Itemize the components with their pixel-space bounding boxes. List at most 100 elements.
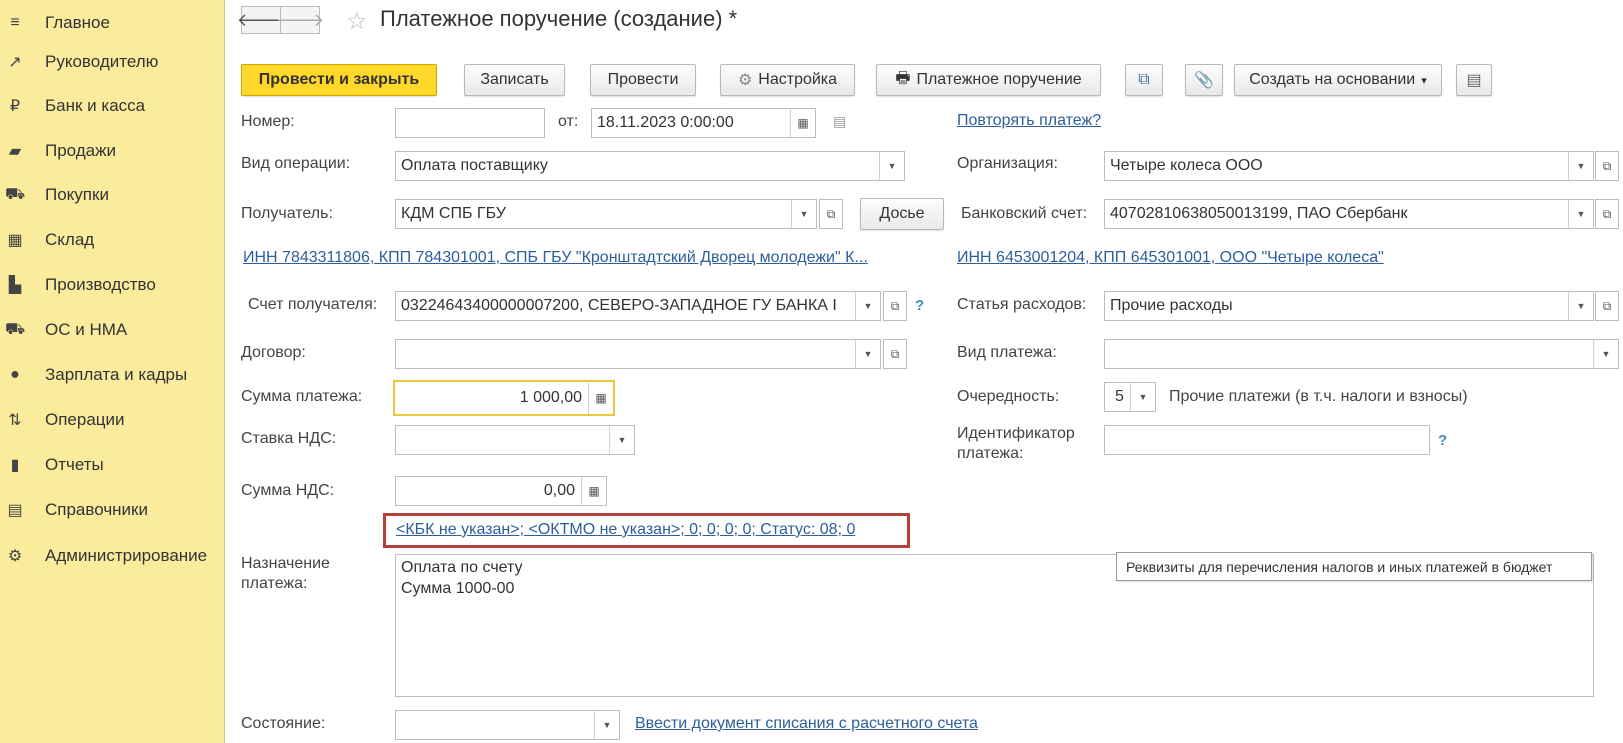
status-label: Состояние: [241,715,326,732]
settings-button[interactable]: ⚙ Настройка [720,64,855,96]
sidebar-item-reports[interactable]: ▮ Отчеты [0,442,224,487]
print-button-label: Платежное поручение [916,71,1082,88]
chevron-down-icon: ▾ [1421,74,1427,87]
open-window-icon: ⧉ [890,346,900,361]
calendar-icon[interactable]: ▦ [790,109,815,137]
open-contract-button[interactable]: ⧉ [883,339,907,369]
vat-amount-value: 0,00 [543,482,575,499]
print-payment-order-button[interactable]: 🖶 Платежное поручение [876,64,1101,96]
bank-account-select[interactable]: 40702810638050013199, ПАО Сбербанк ▼ [1104,199,1594,229]
priority-value: 5 [1115,388,1124,405]
open-bank-account-button[interactable]: ⧉ [1595,199,1619,229]
calculator-icon[interactable]: ▦ [588,382,613,414]
recipient-select[interactable]: КДМ СПБ ГБУ ▼ [395,199,817,229]
sidebar-item-purchases[interactable]: ⛟ Покупки [0,172,224,217]
recipient-account-select[interactable]: 03224643400000007200, СЕВЕРО-ЗАПАДНОЕ ГУ… [395,291,881,321]
operation-type-value: Оплата поставщику [401,157,548,174]
gear-icon: ⚙ [737,72,753,89]
vat-rate-select[interactable]: ▼ [395,425,635,455]
contract-label: Договор: [241,344,306,361]
chevron-down-icon[interactable]: ▼ [879,152,904,180]
sidebar-item-fixed-assets[interactable]: ⛟ ОС и НМА [0,307,224,352]
person-icon: ● [10,365,20,383]
books-icon: ▤ [7,501,23,519]
calculator-icon[interactable]: ▦ [581,477,606,505]
chevron-down-icon[interactable]: ▼ [1130,383,1155,411]
sidebar-item-payroll[interactable]: ● Зарплата и кадры [0,352,224,397]
status-select[interactable]: ▼ [395,710,620,740]
purpose-line: Сумма 1000-00 [401,580,515,597]
priority-select[interactable]: 5 ▼ [1104,382,1156,412]
organization-select[interactable]: Четыре колеса ООО ▼ [1104,151,1594,181]
contract-select[interactable]: ▼ [395,339,881,369]
sidebar-item-label: Продажи [45,140,116,160]
help-icon[interactable]: ? [1438,432,1447,449]
sidebar-item-label: Главное [45,12,110,32]
open-organization-button[interactable]: ⧉ [1595,151,1619,181]
chevron-down-icon[interactable]: ▼ [594,711,619,739]
chevron-down-icon[interactable]: ▼ [855,340,880,368]
post-button[interactable]: Провести [590,64,696,96]
payment-type-select[interactable]: ▼ [1104,339,1619,369]
recipient-inn-link[interactable]: ИНН 7843311806, КПП 784301001, СПБ ГБУ "… [243,249,868,267]
open-recipient-button[interactable]: ⧉ [819,199,843,229]
expense-item-value: Прочие расходы [1110,297,1233,314]
purpose-line: Оплата по счету [401,559,523,576]
favorite-star-icon[interactable]: ☆ [346,7,368,36]
chevron-down-icon[interactable]: ▼ [855,292,880,320]
chevron-down-icon[interactable]: ▼ [1568,292,1593,320]
sidebar-item-directories[interactable]: ▤ Справочники [0,487,224,532]
bank-account-value: 40702810638050013199, ПАО Сбербанк [1110,205,1408,222]
chevron-down-icon[interactable]: ▼ [609,426,634,454]
shopping-bag-icon: ▰ [8,142,22,160]
bar-chart-icon: ▮ [10,456,20,474]
create-based-on-button[interactable]: Создать на основании ▾ [1234,64,1442,96]
organization-inn-link[interactable]: ИНН 6453001204, КПП 645301001, ООО "Четы… [957,249,1384,267]
recipient-account-value: 03224643400000007200, СЕВЕРО-ЗАПАДНОЕ ГУ… [401,297,837,314]
expense-item-label: Статья расходов: [957,296,1087,313]
sidebar-item-warehouse[interactable]: ▦ Склад [0,217,224,262]
number-input[interactable] [395,108,545,138]
sidebar-item-production[interactable]: ▙ Производство [0,262,224,307]
organization-value: Четыре колеса ООО [1110,157,1263,174]
sidebar-item-bank[interactable]: ₽ Банк и касса [0,83,224,128]
sidebar-item-label: Отчеты [45,454,104,474]
chevron-down-icon[interactable]: ▼ [1568,200,1593,228]
dossier-button[interactable]: Досье [860,198,944,230]
ruble-coin-icon: ₽ [9,97,21,115]
post-and-close-button[interactable]: Провести и закрыть [241,64,437,96]
budget-requisites-link[interactable]: <КБК не указан>; <ОКТМО не указан>; 0; 0… [396,521,855,539]
number-label: Номер: [241,113,295,130]
recipient-label: Получатель: [241,205,333,222]
chevron-down-icon[interactable]: ▼ [791,200,816,228]
date-input[interactable]: 18.11.2023 0:00:00 ▦ [591,108,816,138]
help-icon[interactable]: ? [915,297,924,314]
sidebar-item-operations[interactable]: ⇅ Операции [0,397,224,442]
factory-icon: ▙ [8,276,22,294]
open-recipient-account-button[interactable]: ⧉ [883,291,907,321]
sidebar-item-label: Зарплата и кадры [45,364,188,384]
amount-input[interactable]: 1 000,00 ▦ [393,380,615,416]
trend-chart-icon: ↗ [8,53,22,71]
open-window-icon: ⧉ [1602,206,1612,221]
repeat-payment-link[interactable]: Повторять платеж? [957,112,1101,130]
expense-item-select[interactable]: Прочие расходы ▼ [1104,291,1594,321]
more-actions-button[interactable]: ▤ [1456,64,1492,96]
save-button[interactable]: Записать [464,64,565,96]
structure-button[interactable]: ⧉ [1125,64,1163,96]
attach-button[interactable]: 📎 [1185,64,1223,96]
chevron-down-icon[interactable]: ▼ [1568,152,1593,180]
chevron-down-icon[interactable]: ▼ [1593,340,1618,368]
document-form: 🡐 🡒 ☆ Платежное поручение (создание) * П… [225,0,1623,743]
open-expense-item-button[interactable]: ⧉ [1595,291,1619,321]
sidebar-item-manager[interactable]: ↗ Руководителю [0,39,224,84]
sidebar-item-administration[interactable]: ⚙ Администрирование [0,533,224,578]
operation-type-select[interactable]: Оплата поставщику ▼ [395,151,905,181]
payment-type-label: Вид платежа: [957,344,1057,361]
forward-button[interactable]: 🡒 [276,6,324,34]
payment-id-input[interactable] [1104,425,1430,455]
sidebar-item-sales[interactable]: ▰ Продажи [0,128,224,173]
comment-icon[interactable]: ▤ [833,113,846,130]
writeoff-document-link[interactable]: Ввести документ списания с расчетного сч… [635,715,978,733]
vat-amount-input[interactable]: 0,00 ▦ [395,476,607,506]
